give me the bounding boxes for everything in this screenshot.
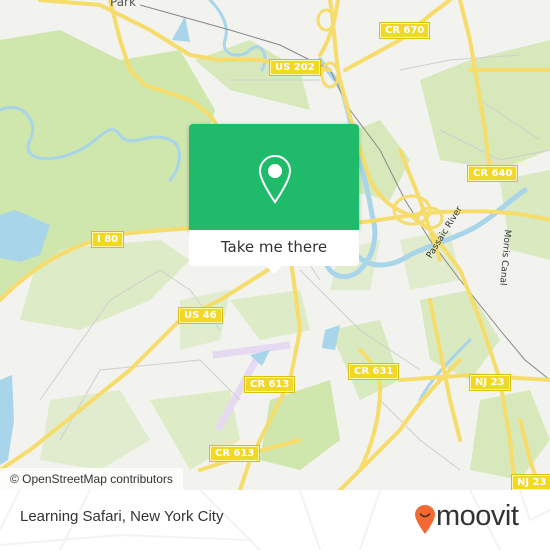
road-shield: CR 640 xyxy=(468,166,518,181)
place-label: Park xyxy=(110,0,136,9)
road-shield: CR 613 xyxy=(210,446,260,461)
popup-header xyxy=(189,124,359,230)
moovit-wordmark: moovit xyxy=(436,500,519,532)
road-shield: CR 613 xyxy=(245,377,295,392)
take-me-there-button[interactable]: Take me there xyxy=(189,230,359,266)
footer: Learning Safari, New York City moovit xyxy=(0,490,550,550)
map-attribution[interactable]: © OpenStreetMap contributors xyxy=(0,468,183,490)
road-shield: CR 670 xyxy=(380,23,430,38)
map[interactable]: Park CR 670 US 202 CR 640 I 80 US 46 CR … xyxy=(0,0,550,490)
road-shield: CR 631 xyxy=(349,364,399,379)
road-shield: NJ 23 xyxy=(512,475,550,490)
road-shield: US 202 xyxy=(270,60,320,75)
moovit-pin-icon xyxy=(415,505,435,534)
road-shield: NJ 23 xyxy=(470,375,510,390)
location-title: Learning Safari, New York City xyxy=(20,508,224,525)
map-pin-icon xyxy=(258,154,292,204)
location-popup[interactable]: Take me there xyxy=(189,124,359,274)
road-shield: US 46 xyxy=(179,308,222,323)
road-shield: I 80 xyxy=(92,232,124,247)
popup-pointer xyxy=(265,265,283,274)
